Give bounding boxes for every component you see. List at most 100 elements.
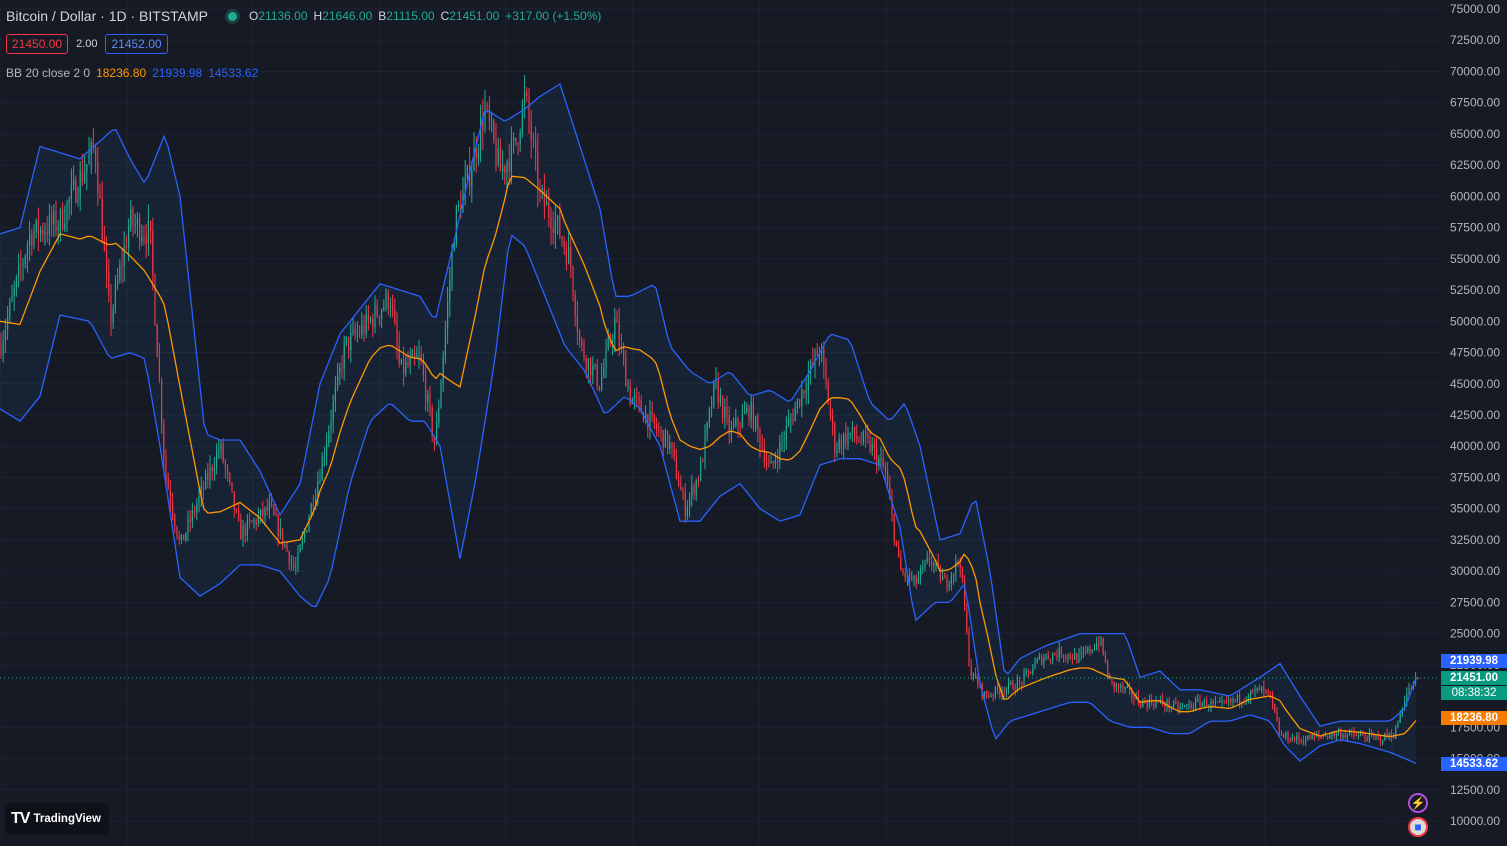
candle-body (1186, 704, 1188, 706)
candle-body (1124, 687, 1126, 690)
candle-body (1049, 658, 1051, 660)
candle-body (1199, 699, 1201, 707)
buy-button[interactable]: 21452.00 (105, 34, 168, 54)
candle-body (187, 519, 189, 534)
candle-body (1153, 704, 1155, 707)
candle-body (1133, 697, 1135, 700)
y-tick-label: 60000.00 (1450, 189, 1500, 203)
candle-body (585, 358, 587, 370)
candle-body (389, 307, 391, 309)
candle-body (1107, 661, 1109, 676)
candle-body (35, 219, 37, 232)
indicator-legend[interactable]: BB 20 close 2 0 18236.80 21939.98 14533.… (6, 66, 258, 80)
candle-body (1305, 740, 1307, 743)
candle-body (915, 576, 917, 584)
candle-body (1254, 689, 1256, 691)
candle-body (1122, 684, 1124, 690)
candle-body (1071, 657, 1073, 660)
candle-body (209, 466, 211, 480)
candle-body (1195, 699, 1197, 708)
candle-body (1206, 700, 1208, 708)
candle-body (1291, 737, 1293, 742)
candle-body (1036, 658, 1038, 663)
candle-body (374, 305, 376, 328)
candle-body (590, 358, 592, 376)
candle-body (75, 179, 77, 203)
y-tick-label: 32500.00 (1450, 533, 1500, 547)
candle-body (999, 690, 1001, 695)
candle-body (1038, 655, 1040, 659)
candle-body (737, 418, 739, 427)
candle-body (541, 188, 543, 190)
candle-body (68, 198, 70, 203)
candle-body (920, 568, 922, 578)
candle-body (565, 248, 567, 264)
candle-body (183, 534, 185, 541)
candle-body (7, 316, 9, 331)
us-flag-icon[interactable]: ■ (1408, 817, 1428, 837)
candle-body (1043, 658, 1045, 664)
candle-body (680, 485, 682, 491)
candle-body (306, 530, 308, 533)
candle-body (667, 430, 669, 449)
candle-body (1027, 670, 1029, 672)
candle-body (1382, 740, 1384, 742)
band-area (0, 84, 1416, 764)
candle-body (1313, 734, 1315, 737)
candle-body (678, 478, 680, 486)
candle-body (1102, 638, 1104, 655)
candle-body (156, 324, 158, 358)
symbol-title[interactable]: Bitcoin / Dollar · 1D · BITSTAMP (6, 8, 208, 24)
candle-body (504, 165, 506, 173)
candle-body (1030, 671, 1032, 674)
candle-body (163, 425, 165, 458)
candle-body (669, 442, 671, 449)
candle-body (1230, 698, 1232, 702)
candle-body (1397, 723, 1399, 728)
candle-body (867, 435, 869, 439)
candle-body (1203, 700, 1205, 704)
candle-body (702, 461, 704, 463)
candle-body (1003, 691, 1005, 693)
candle-body (495, 140, 497, 165)
candle-body (455, 206, 457, 244)
y-tick-label: 65000.00 (1450, 127, 1500, 141)
candle-body (409, 357, 411, 366)
candle-body (1342, 734, 1344, 738)
candle-body (656, 424, 658, 431)
candle-body (695, 479, 697, 495)
candle-body (396, 323, 398, 346)
candle-body (675, 456, 677, 479)
lower-band-price-label: 14533.62 (1441, 757, 1507, 771)
candle-body (429, 393, 431, 408)
candle-body (297, 552, 299, 567)
candle-body (354, 329, 356, 335)
candle-body (145, 237, 147, 244)
candle-body (167, 477, 169, 490)
candle-body (898, 545, 900, 557)
candle-body (321, 457, 323, 481)
candle-body (543, 188, 545, 206)
candle-body (847, 433, 849, 445)
candle-body (1274, 703, 1276, 713)
candle-body (840, 439, 842, 449)
y-tick-label: 52500.00 (1450, 283, 1500, 297)
candle-body (458, 204, 460, 207)
candle-body (66, 202, 68, 224)
candle-body (198, 495, 200, 505)
candle-body (378, 316, 380, 319)
lightning-icon[interactable]: ⚡ (1408, 793, 1428, 813)
candle-body (574, 294, 576, 317)
candle-body (370, 318, 372, 321)
sell-button[interactable]: 21450.00 (6, 34, 69, 54)
candle-body (1223, 700, 1225, 702)
candle-body (299, 545, 301, 553)
candle-body (880, 458, 882, 460)
price-chart[interactable]: 75000.00 72500.00 70000.00 67500.00 65000.00… (0, 0, 1507, 846)
tradingview-logo[interactable]: TV TradingView (5, 803, 109, 835)
candle-body (794, 407, 796, 422)
candle-body (1296, 735, 1298, 741)
y-tick-label: 50000.00 (1450, 314, 1500, 328)
candle-body (838, 439, 840, 450)
candle-body (106, 250, 108, 272)
